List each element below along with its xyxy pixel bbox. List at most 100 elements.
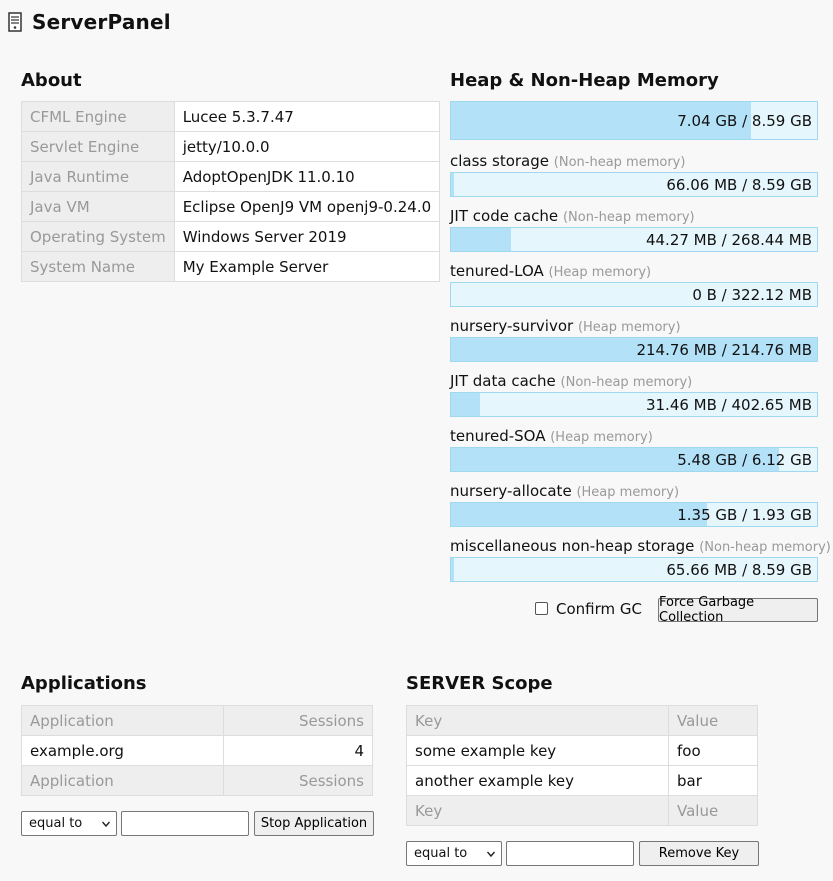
- memory-pool-name: nursery-survivor: [450, 317, 574, 335]
- column-footer-key: Key: [406, 795, 669, 826]
- memory-pool-bar: 5.48 GB / 6.12 GB: [450, 447, 818, 472]
- server-scope-filter-operator-select[interactable]: equal to: [406, 841, 502, 866]
- memory-pool-text: 5.48 GB / 6.12 GB: [677, 450, 812, 469]
- memory-pool-fill: [451, 173, 454, 196]
- column-footer-sessions: Sessions: [223, 765, 373, 796]
- memory-pool-text: 214.76 MB / 214.76 MB: [636, 340, 812, 359]
- gc-controls: Confirm GC Force Garbage Collection: [535, 595, 818, 625]
- confirm-gc-label[interactable]: Confirm GC: [556, 600, 642, 618]
- memory-pool-name: JIT data cache: [450, 372, 556, 390]
- memory-pool-name: tenured-LOA: [450, 262, 544, 280]
- memory-pool-text: 31.46 MB / 402.65 MB: [645, 395, 812, 414]
- memory-pool-bar: 214.76 MB / 214.76 MB: [450, 337, 818, 362]
- about-value: Windows Server 2019: [173, 221, 441, 252]
- memory-pool-bar: 0 B / 322.12 MB: [450, 282, 818, 307]
- server-icon: [8, 12, 22, 32]
- applications-filter-operator-value: equal to: [29, 816, 83, 831]
- about-value: Lucee 5.3.7.47: [173, 101, 441, 132]
- memory-pool-name: JIT code cache: [450, 207, 559, 225]
- stop-application-button[interactable]: Stop Application: [254, 811, 374, 836]
- about-value: jetty/10.0.0: [173, 131, 441, 162]
- server-scope-footer-row: Key Value: [406, 795, 758, 826]
- memory-pool-bar: 1.35 GB / 1.93 GB: [450, 502, 818, 527]
- applications-title: Applications: [21, 673, 147, 694]
- memory-pool-label: nursery-allocate (Heap memory): [450, 482, 679, 500]
- about-key: Java Runtime: [21, 161, 175, 192]
- app-header: ServerPanel: [8, 8, 171, 36]
- applications-filter-operator-select[interactable]: equal to: [21, 811, 117, 836]
- memory-pool-kind: (Heap memory): [550, 430, 653, 445]
- column-footer-application: Application: [21, 765, 224, 796]
- about-key: CFML Engine: [21, 101, 175, 132]
- memory-title: Heap & Non-Heap Memory: [450, 70, 719, 91]
- about-table: CFML Engine Lucee 5.3.7.47 Servlet Engin…: [21, 101, 441, 282]
- memory-pool-fill: [451, 503, 708, 526]
- memory-pool-fill: [451, 228, 512, 251]
- column-header-value[interactable]: Value: [668, 705, 758, 736]
- column-header-application[interactable]: Application: [21, 705, 224, 736]
- remove-key-button[interactable]: Remove Key: [639, 841, 759, 866]
- about-row: Java Runtime AdoptOpenJDK 11.0.10: [21, 161, 441, 192]
- server-scope-title: SERVER Scope: [406, 673, 553, 694]
- chevron-down-icon: [487, 851, 495, 858]
- memory-pool-name: class storage: [450, 152, 549, 170]
- server-scope-table: Key Value some example key foo another e…: [406, 705, 758, 826]
- about-value: AdoptOpenJDK 11.0.10: [173, 161, 441, 192]
- memory-total-text: 7.04 GB / 8.59 GB: [677, 111, 812, 130]
- scope-key: another example key: [406, 765, 669, 796]
- scope-key: some example key: [406, 735, 669, 766]
- memory-pool-label: miscellaneous non-heap storage (Non-heap…: [450, 537, 831, 555]
- memory-pool-kind: (Heap memory): [577, 320, 681, 335]
- table-row[interactable]: another example key bar: [406, 765, 758, 796]
- about-title: About: [21, 70, 82, 91]
- column-header-sessions[interactable]: Sessions: [223, 705, 373, 736]
- memory-pool-bar: 65.66 MB / 8.59 GB: [450, 557, 818, 582]
- applications-filter-input[interactable]: [121, 811, 249, 836]
- app-title: ServerPanel: [32, 10, 171, 34]
- memory-pool-kind: (Heap memory): [548, 265, 652, 280]
- column-footer-value: Value: [668, 795, 758, 826]
- memory-pool-fill: [451, 558, 454, 581]
- server-scope-header-row: Key Value: [406, 705, 758, 736]
- about-key: Servlet Engine: [21, 131, 175, 162]
- about-key: Operating System: [21, 221, 175, 252]
- memory-pool-kind: (Non-heap memory): [562, 210, 695, 225]
- memory-pool-name: nursery-allocate: [450, 482, 572, 500]
- memory-pool-name: tenured-SOA: [450, 427, 546, 445]
- applications-header-row: Application Sessions: [21, 705, 373, 736]
- memory-pool-text: 66.06 MB / 8.59 GB: [666, 175, 812, 194]
- memory-pool-text: 0 B / 322.12 MB: [692, 285, 812, 304]
- about-key: Java VM: [21, 191, 175, 222]
- about-row: Servlet Engine jetty/10.0.0: [21, 131, 441, 162]
- memory-pool-label: nursery-survivor (Heap memory): [450, 317, 681, 335]
- memory-pool-label: tenured-LOA (Heap memory): [450, 262, 651, 280]
- table-row[interactable]: example.org 4: [21, 735, 373, 766]
- memory-pool-kind: (Non-heap memory): [560, 375, 693, 390]
- about-row: Java VM Eclipse OpenJ9 VM openj9-0.24.0: [21, 191, 441, 222]
- application-sessions: 4: [223, 735, 373, 766]
- memory-pool-text: 65.66 MB / 8.59 GB: [666, 560, 812, 579]
- column-header-key[interactable]: Key: [406, 705, 669, 736]
- memory-pool-bar: 44.27 MB / 268.44 MB: [450, 227, 818, 252]
- memory-pool-bar: 66.06 MB / 8.59 GB: [450, 172, 818, 197]
- force-gc-button[interactable]: Force Garbage Collection: [658, 595, 818, 625]
- memory-total-bar: 7.04 GB / 8.59 GB: [450, 101, 818, 140]
- server-scope-filter-operator-value: equal to: [414, 846, 468, 861]
- server-scope-filter-input[interactable]: [506, 841, 634, 866]
- memory-pool-fill: [451, 393, 480, 416]
- table-row[interactable]: some example key foo: [406, 735, 758, 766]
- memory-pool-text: 1.35 GB / 1.93 GB: [677, 505, 812, 524]
- memory-pool-kind: (Heap memory): [576, 485, 680, 500]
- memory-pool-name: miscellaneous non-heap storage: [450, 537, 695, 555]
- application-name: example.org: [21, 735, 224, 766]
- about-row: Operating System Windows Server 2019: [21, 221, 441, 252]
- memory-pool-bar: 31.46 MB / 402.65 MB: [450, 392, 818, 417]
- memory-pool-label: tenured-SOA (Heap memory): [450, 427, 653, 445]
- about-value: My Example Server: [173, 251, 441, 282]
- confirm-gc-checkbox[interactable]: [535, 602, 548, 615]
- memory-pool-label: class storage (Non-heap memory): [450, 152, 685, 170]
- chevron-down-icon: [102, 821, 110, 828]
- memory-pool-text: 44.27 MB / 268.44 MB: [645, 230, 812, 249]
- memory-pool-label: JIT data cache (Non-heap memory): [450, 372, 692, 390]
- scope-value: foo: [668, 735, 758, 766]
